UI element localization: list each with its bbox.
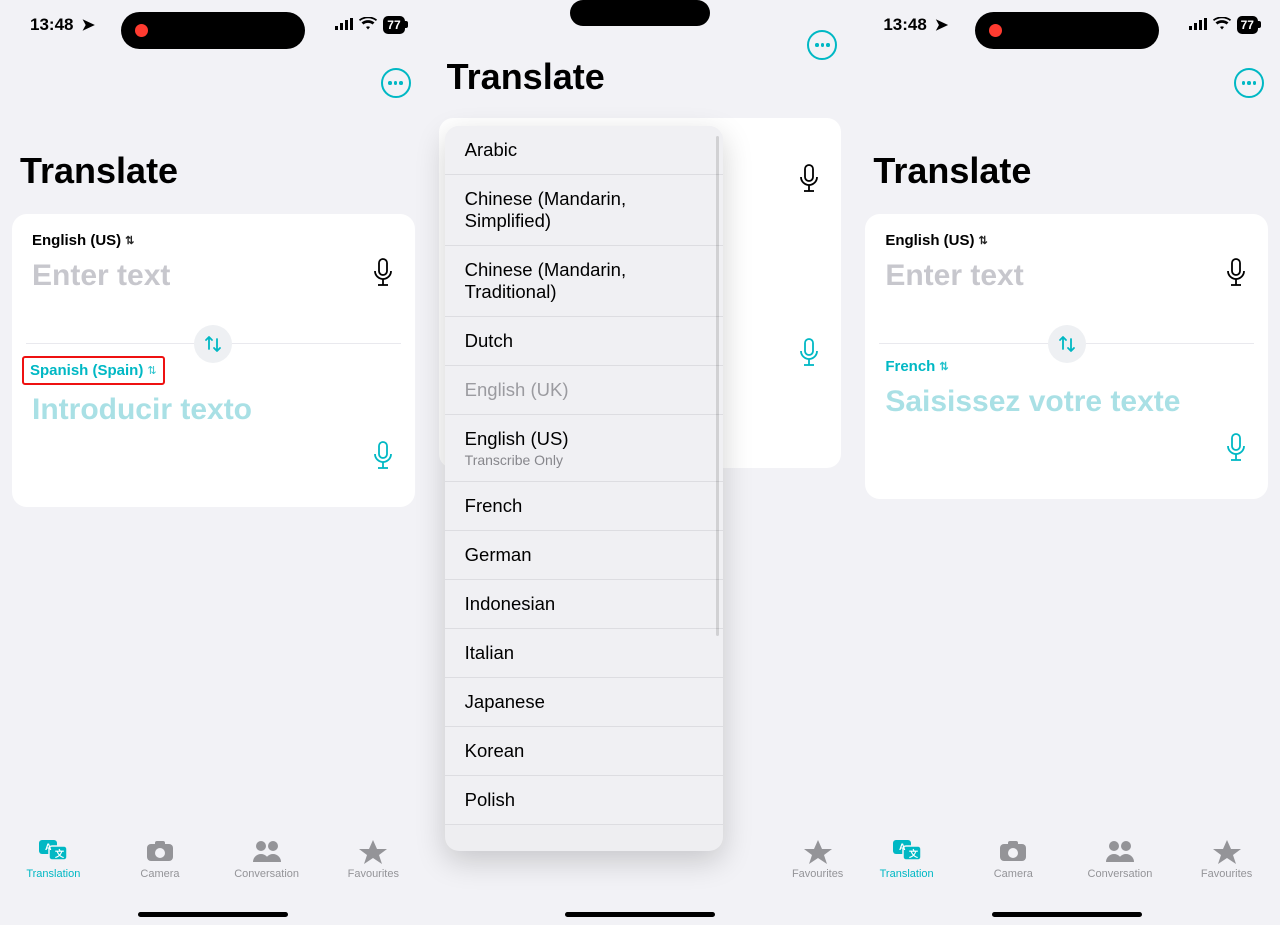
language-option-sub: Transcribe Only [465,452,703,468]
mic-source-button[interactable] [1224,258,1248,282]
mic-source-button[interactable] [797,164,821,188]
screenshot-1: 13:48 ➤ 77 Translate English (US) ⇅ Ente… [0,0,427,925]
tab-label: Translation [880,868,934,880]
tab-favourites[interactable]: Favourites [328,838,418,880]
language-option[interactable]: Indonesian [445,580,723,629]
chevron-updown-icon: ⇅ [125,234,134,247]
home-indicator[interactable] [138,912,288,917]
more-button[interactable] [1234,68,1264,98]
scrollbar[interactable] [716,136,719,636]
tab-label: Camera [994,868,1033,880]
swap-languages-button[interactable] [194,325,232,363]
battery-icon: 77 [383,16,404,34]
tab-bar-partial: Favourites [792,838,843,880]
page-title: Translate [0,50,427,204]
language-option[interactable]: Arabic [445,126,723,175]
tab-label: Conversation [234,868,299,880]
tab-label: Conversation [1088,868,1153,880]
language-option[interactable]: Polish [445,776,723,825]
language-option[interactable]: Italian [445,629,723,678]
tab-label: Favourites [1201,868,1252,880]
tab-translation[interactable]: A文 Translation [862,838,952,880]
target-text-input[interactable]: Saisissez votre texte [879,385,1254,469]
source-language-label: English (US) [885,232,974,249]
chevron-updown-icon: ⇅ [978,234,987,247]
svg-text:文: 文 [908,848,919,859]
dynamic-island [570,0,710,26]
language-option[interactable]: German [445,531,723,580]
cellular-icon [335,17,353,34]
tab-camera[interactable]: Camera [968,838,1058,880]
language-option[interactable]: Chinese (Mandarin, Traditional) [445,246,723,317]
swap-languages-button[interactable] [1048,325,1086,363]
svg-text:文: 文 [54,848,65,859]
source-language-selector[interactable]: English (US) ⇅ [26,228,401,259]
tab-conversation[interactable]: Conversation [222,838,312,880]
status-bar: 13:48 ➤ 77 [0,0,427,50]
tab-label: Favourites [792,868,843,880]
tab-label: Translation [26,868,80,880]
tab-conversation[interactable]: Conversation [1075,838,1165,880]
status-time: 13:48 [30,15,73,35]
dynamic-island [121,12,305,49]
target-language-label: French [885,358,935,375]
translate-card: English (US) ⇅ Enter text Spanish (Spain… [12,214,415,507]
target-language-selector[interactable]: Spanish (Spain) ⇅ [22,356,165,385]
source-language-selector[interactable]: English (US) ⇅ [879,228,1254,259]
svg-text:A: A [45,842,52,852]
mic-target-button[interactable] [371,441,395,465]
language-option[interactable]: English (US)Transcribe Only [445,415,723,482]
status-bar: 13:48 ➤ 77 [853,0,1280,50]
chevron-updown-icon: ⇅ [147,364,156,377]
svg-text:A: A [899,842,906,852]
page-title: Translate [853,50,1280,204]
language-option[interactable]: French [445,482,723,531]
translate-card: English (US) ⇅ Enter text French ⇅ Saisi… [865,214,1268,499]
wifi-icon [359,17,377,34]
source-language-label: English (US) [32,232,121,249]
battery-icon: 77 [1237,16,1258,34]
chevron-updown-icon: ⇅ [939,360,948,373]
tab-favourites[interactable]: Favourites [792,838,843,880]
language-option[interactable]: Japanese [445,678,723,727]
language-option[interactable]: Dutch [445,317,723,366]
dynamic-island [975,12,1159,49]
tab-label: Favourites [348,868,399,880]
status-time: 13:48 [883,15,926,35]
location-icon: ➤ [81,15,94,35]
target-language-label: Spanish (Spain) [30,362,143,379]
language-option[interactable]: Chinese (Mandarin, Simplified) [445,175,723,246]
recording-indicator-icon [135,24,148,37]
mic-target-button[interactable] [1224,433,1248,457]
mic-source-button[interactable] [371,258,395,282]
home-indicator[interactable] [992,912,1142,917]
divider [26,343,401,344]
target-text-input[interactable]: Introducir texto [26,393,401,477]
tab-bar: A文 Translation Camera Conversation Favou… [0,830,427,925]
language-option[interactable]: Korean [445,727,723,776]
tab-favourites[interactable]: Favourites [1182,838,1272,880]
tab-camera[interactable]: Camera [115,838,205,880]
wifi-icon [1213,17,1231,34]
language-option[interactable]: English (UK) [445,366,723,415]
language-picker[interactable]: ArabicChinese (Mandarin, Simplified)Chin… [445,126,723,851]
tab-translation[interactable]: A文 Translation [8,838,98,880]
divider [879,343,1254,344]
tab-bar: A文 Translation Camera Conversation Favou… [853,830,1280,925]
location-icon: ➤ [935,15,948,35]
screenshot-3: 13:48 ➤ 77 Translate English (US) ⇅ Ente… [853,0,1280,925]
recording-indicator-icon [989,24,1002,37]
mic-target-button[interactable] [797,338,821,362]
screenshot-2: Translate ArabicChinese (Mandarin, Simpl… [427,0,854,925]
cellular-icon [1189,17,1207,34]
home-indicator[interactable] [565,912,715,917]
more-button[interactable] [381,68,411,98]
tab-label: Camera [140,868,179,880]
